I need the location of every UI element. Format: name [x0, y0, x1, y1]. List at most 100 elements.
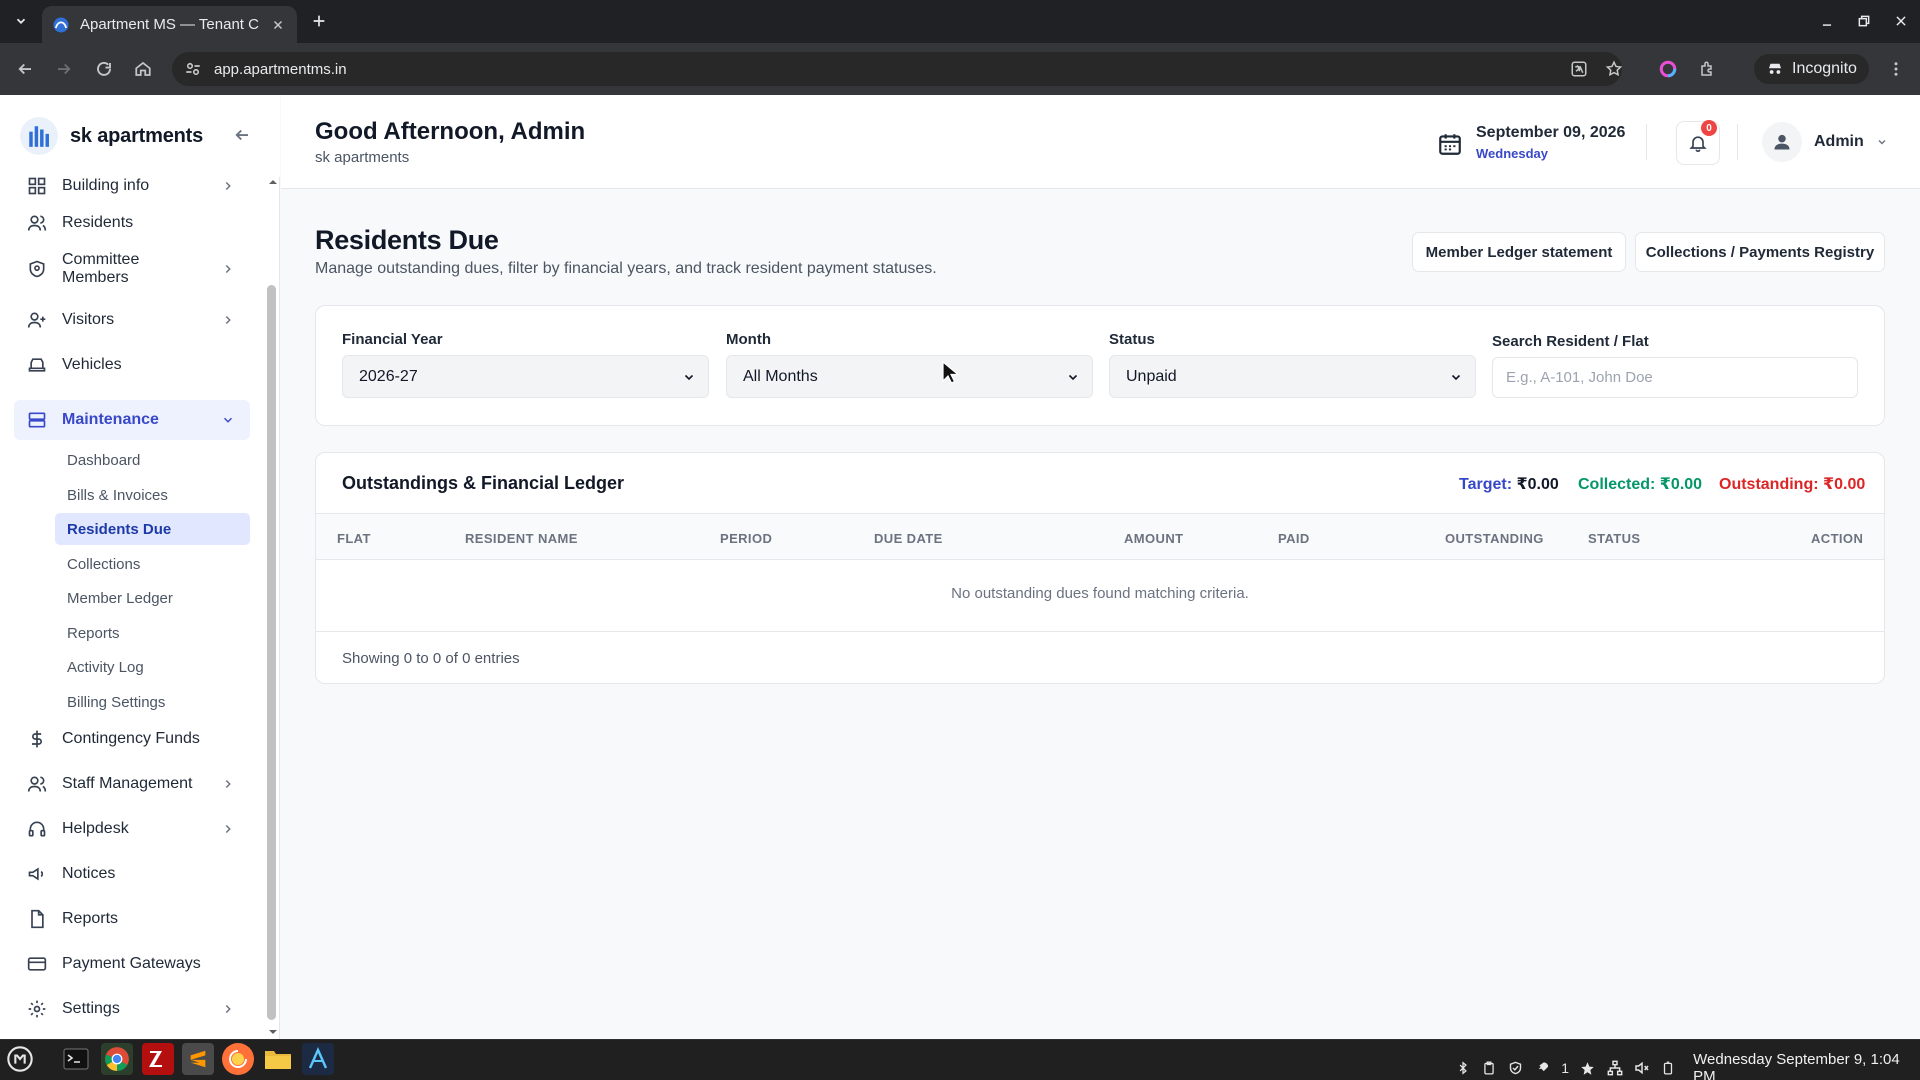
sublime-text-icon[interactable]: [182, 1043, 214, 1075]
network-icon[interactable]: [1607, 1060, 1623, 1076]
new-tab-icon[interactable]: [308, 10, 330, 32]
scroll-up-arrow-icon[interactable]: [268, 177, 278, 187]
firefox-icon[interactable]: [222, 1043, 254, 1075]
sidebar-item-reports[interactable]: Reports: [14, 899, 250, 939]
sidebar-subitem-collections[interactable]: Collections: [55, 548, 250, 580]
chevron-down-icon: [220, 412, 236, 428]
bookmark-star-icon[interactable]: [1603, 58, 1625, 80]
sidebar-item-contingency-funds[interactable]: Contingency Funds: [14, 719, 250, 759]
incognito-profile-button[interactable]: Incognito: [1754, 54, 1869, 84]
sidebar-item-committee-members[interactable]: Committee Members: [14, 246, 250, 292]
sidebar-subitem-reports[interactable]: Reports: [55, 617, 250, 649]
user-menu-name[interactable]: Admin: [1814, 133, 1864, 151]
files-folder-icon[interactable]: [262, 1043, 294, 1075]
financial-year-select[interactable]: 2026-27: [342, 355, 709, 398]
sidebar-subitem-label: Dashboard: [67, 451, 141, 469]
close-tab-icon[interactable]: [269, 16, 287, 34]
sidebar-item-label: Visitors: [62, 311, 115, 328]
sidebar-item-settings[interactable]: Settings: [14, 989, 250, 1029]
chevron-down-icon[interactable]: [1874, 134, 1890, 150]
browser-menu-icon[interactable]: [1885, 58, 1907, 80]
sidebar-subitem-label: Billing Settings: [67, 693, 166, 711]
battery-icon[interactable]: [1661, 1060, 1677, 1076]
column-header-outstanding: OUTSTANDING: [1445, 531, 1544, 546]
chrome-icon[interactable]: [101, 1043, 133, 1075]
sidebar-item-maintenance[interactable]: Maintenance: [14, 400, 250, 440]
member-ledger-statement-button[interactable]: Member Ledger statement: [1412, 232, 1626, 272]
sidebar-subitem-dashboard[interactable]: Dashboard: [55, 444, 250, 476]
close-window-icon[interactable]: [1890, 10, 1912, 32]
star-tray-icon[interactable]: [1580, 1060, 1596, 1076]
extensions-puzzle-icon[interactable]: [1697, 58, 1719, 80]
user-avatar-icon: [1772, 132, 1792, 152]
column-header-amount: AMOUNT: [1124, 531, 1184, 546]
chevron-down-icon: [682, 370, 696, 384]
collected-summary: Collected: ₹0.00: [1578, 474, 1702, 494]
shield-tray-icon[interactable]: [1508, 1060, 1524, 1076]
collections-payments-registry-button[interactable]: Collections / Payments Registry: [1635, 232, 1885, 272]
scroll-down-arrow-icon[interactable]: [268, 1027, 278, 1037]
column-header-due-date: DUE DATE: [874, 531, 943, 546]
bluetooth-icon[interactable]: [1455, 1060, 1471, 1076]
minimize-window-icon[interactable]: [1816, 10, 1838, 32]
terminal-icon[interactable]: [60, 1043, 92, 1075]
sidebar-subitem-activity-log[interactable]: Activity Log: [55, 651, 250, 683]
browser-tab-title: Apartment MS — Tenant Cor: [80, 16, 259, 33]
chevron-right-icon: [220, 821, 236, 837]
sidebar-subitem-residents-due[interactable]: Residents Due: [55, 513, 250, 545]
sidebar-subitem-bills-invoices[interactable]: Bills & Invoices: [55, 479, 250, 511]
pagination-info: Showing 0 to 0 of 0 entries: [342, 650, 520, 667]
sidebar-item-label: Committee Members: [62, 251, 140, 286]
sidebar-item-payment-gateways[interactable]: Payment Gateways: [14, 944, 250, 984]
home-icon[interactable]: [131, 57, 155, 81]
restore-window-icon[interactable]: [1853, 10, 1875, 32]
status-value: Unpaid: [1126, 367, 1177, 385]
site-info-icon[interactable]: [184, 60, 202, 78]
target-summary: Target: ₹0.00: [1459, 474, 1559, 494]
greeting-subtitle: sk apartments: [315, 149, 410, 166]
tab-search-chevron-icon[interactable]: [8, 8, 34, 34]
translate-icon[interactable]: [1568, 58, 1590, 80]
filezilla-icon[interactable]: [142, 1043, 174, 1075]
outstanding-summary: Outstanding: ₹0.00: [1719, 474, 1865, 494]
sidebar-scrollbar-thumb[interactable]: [267, 285, 276, 1020]
sidebar-item-vehicles[interactable]: Vehicles: [14, 345, 250, 385]
sidebar-subitem-billing-settings[interactable]: Billing Settings: [55, 686, 250, 718]
notification-rocket-icon[interactable]: [1535, 1060, 1551, 1076]
color-extension-icon[interactable]: [1657, 58, 1679, 80]
volume-muted-icon[interactable]: [1634, 1060, 1650, 1076]
search-resident-input[interactable]: [1492, 357, 1858, 398]
sidebar-item-visitors[interactable]: Visitors: [14, 300, 250, 340]
clipboard-icon[interactable]: [1482, 1060, 1498, 1076]
bell-icon: [1688, 133, 1708, 153]
taskbar-clock[interactable]: Wednesday September 9, 1:04 PM: [1693, 1051, 1920, 1080]
chevron-right-icon: [220, 312, 236, 328]
column-header-resident-name: RESIDENT NAME: [465, 531, 578, 546]
app-launcher-icon[interactable]: [302, 1043, 334, 1075]
month-select[interactable]: All Months: [726, 355, 1093, 398]
reload-icon[interactable]: [92, 57, 116, 81]
collapse-sidebar-arrow-icon[interactable]: [233, 126, 251, 144]
status-select[interactable]: Unpaid: [1109, 355, 1476, 398]
column-header-flat: FLAT: [337, 531, 371, 546]
sidebar-item-helpdesk[interactable]: Helpdesk: [14, 809, 250, 849]
sidebar-item-residents[interactable]: Residents: [14, 203, 250, 243]
address-bar[interactable]: app.apartmentms.in: [172, 52, 1622, 86]
start-menu-icon[interactable]: [4, 1043, 36, 1075]
sidebar-subitem-member-ledger[interactable]: Member Ledger: [55, 582, 250, 614]
shield-icon: [26, 258, 48, 280]
users-icon: [26, 212, 48, 234]
sidebar-item-notices[interactable]: Notices: [14, 854, 250, 894]
incognito-label: Incognito: [1792, 60, 1857, 77]
sidebar-item-staff-management[interactable]: Staff Management: [14, 764, 250, 804]
outstanding-value: ₹0.00: [1823, 476, 1866, 493]
browser-tab[interactable]: Apartment MS — Tenant Cor: [42, 6, 297, 43]
building-logo-icon: [20, 117, 58, 155]
forward-arrow-icon[interactable]: [52, 57, 76, 81]
mouse-cursor-icon: [942, 361, 960, 385]
car-icon: [26, 354, 48, 376]
greeting-title: Good Afternoon, Admin: [315, 118, 586, 145]
avatar[interactable]: [1762, 122, 1802, 162]
sidebar-item-label: Helpdesk: [62, 820, 129, 837]
back-arrow-icon[interactable]: [13, 57, 37, 81]
